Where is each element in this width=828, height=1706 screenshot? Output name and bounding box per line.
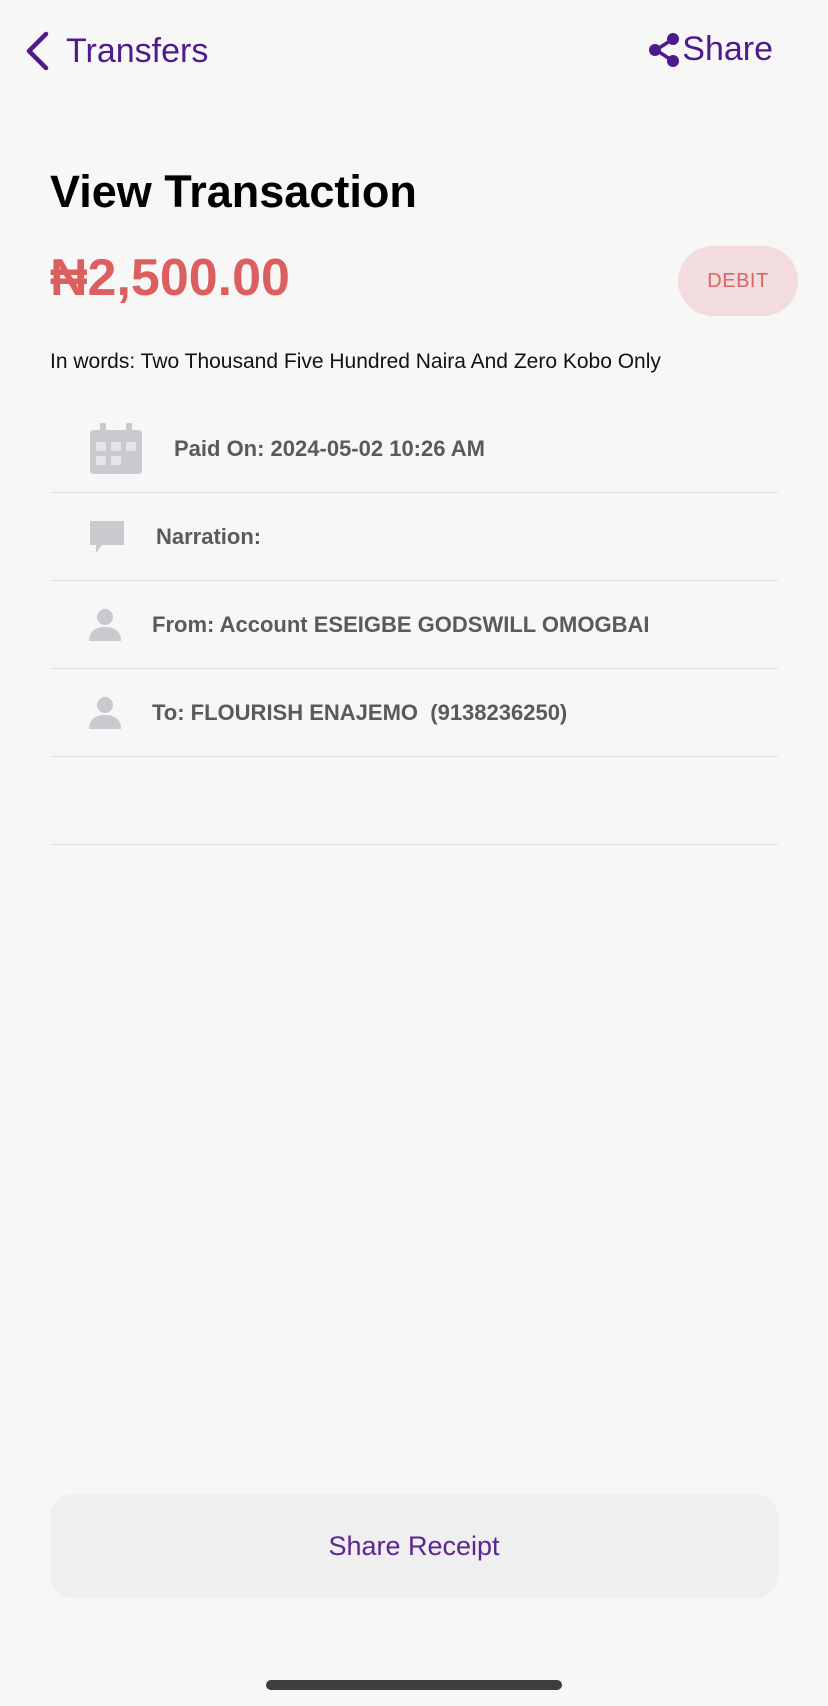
transaction-screen: Transfers Share View Transaction ₦2,500.… bbox=[0, 0, 828, 1706]
page-title: View Transaction bbox=[50, 166, 417, 217]
transaction-amount: ₦2,500.00 bbox=[50, 249, 290, 307]
detail-row-empty bbox=[50, 757, 778, 845]
share-icon bbox=[648, 32, 680, 68]
chat-bubble-icon bbox=[88, 519, 126, 555]
detail-row-paid-on: Paid On: 2024-05-02 10:26 AM bbox=[50, 405, 778, 493]
detail-row-to: To: FLOURISH ENAJEMO (9138236250) bbox=[50, 669, 778, 757]
home-indicator bbox=[266, 1680, 562, 1690]
person-icon bbox=[88, 696, 122, 730]
share-receipt-button[interactable]: Share Receipt bbox=[50, 1494, 778, 1598]
to-account-text: To: FLOURISH ENAJEMO (9138236250) bbox=[152, 699, 568, 725]
paid-on-text: Paid On: 2024-05-02 10:26 AM bbox=[174, 435, 485, 461]
calendar-icon bbox=[88, 422, 144, 476]
transaction-details-list: Paid On: 2024-05-02 10:26 AM Narration: … bbox=[50, 405, 778, 845]
person-icon bbox=[88, 608, 122, 642]
back-button-label: Transfers bbox=[66, 31, 209, 70]
back-button[interactable]: Transfers bbox=[24, 30, 208, 72]
amount-in-words: In words: Two Thousand Five Hundred Nair… bbox=[50, 350, 661, 373]
narration-text: Narration: bbox=[156, 523, 268, 549]
share-button-label: Share bbox=[682, 30, 773, 68]
share-button[interactable]: Share bbox=[648, 30, 773, 69]
from-account-text: From: Account ESEIGBE GODSWILL OMOGBAI bbox=[152, 611, 650, 637]
detail-row-from: From: Account ESEIGBE GODSWILL OMOGBAI bbox=[50, 581, 778, 669]
chevron-left-icon bbox=[24, 30, 50, 72]
transaction-type-badge: DEBIT bbox=[678, 246, 798, 316]
detail-row-narration: Narration: bbox=[50, 493, 778, 581]
